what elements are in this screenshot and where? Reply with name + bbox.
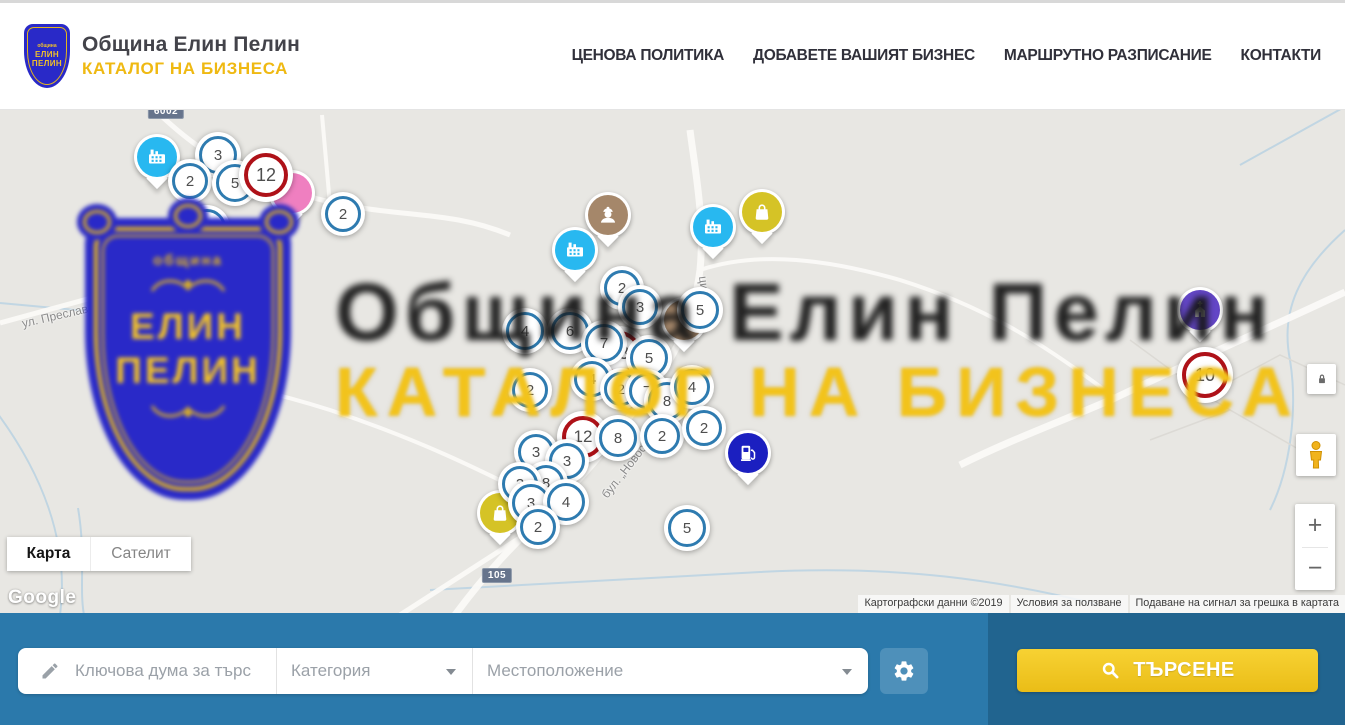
keyword-section (18, 648, 277, 694)
location-select-value: Местоположение (487, 661, 623, 681)
pegman-icon (1304, 440, 1328, 470)
search-bar: Категория Местоположение ТЪРСЕНЕ (0, 613, 1345, 725)
keyword-search-input[interactable] (73, 660, 253, 682)
lock-button[interactable] (1307, 364, 1336, 394)
pencil-icon (40, 661, 60, 681)
search-icon (1100, 660, 1121, 681)
municipality-crest-logo: община ЕЛИН ПЕЛИН (24, 24, 70, 88)
nav-item-route-schedule[interactable]: МАРШРУТНО РАЗПИСАНИЕ (1004, 47, 1212, 65)
chevron-down-icon (446, 669, 456, 675)
street-view-pegman-button[interactable] (1296, 434, 1336, 476)
gear-icon (892, 659, 916, 683)
lock-icon (1314, 371, 1330, 387)
nav-item-contacts[interactable]: КОНТАКТИ (1241, 47, 1321, 65)
search-input-group: Категория Местоположение (18, 648, 868, 694)
chevron-down-icon (842, 669, 852, 675)
search-button-label: ТЪРСЕНЕ (1133, 659, 1235, 682)
google-logo[interactable]: Google (8, 587, 76, 609)
map-canvas[interactable]: 6002105ул. Преславбул. „Новоселци" 13325… (0, 110, 1345, 613)
crest-town-label: община (37, 44, 56, 50)
nav-item-add-business[interactable]: ДОБАВЕТЕ ВАШИЯТ БИЗНЕС (753, 47, 975, 65)
terms-link[interactable]: Условия за ползване (1011, 595, 1128, 613)
main-nav: ЦЕНОВА ПОЛИТИКА ДОБАВЕТЕ ВАШИЯТ БИЗНЕС М… (572, 47, 1321, 65)
map-type-switcher: Карта Сателит (7, 537, 191, 571)
zoom-out-button[interactable]: − (1295, 548, 1335, 591)
search-button[interactable]: ТЪРСЕНЕ (1017, 649, 1318, 692)
map-type-map-button[interactable]: Карта (7, 537, 90, 571)
attribution-copyright: Картографски данни ©2019 (858, 595, 1008, 613)
crest-name-line2: ПЕЛИН (32, 59, 62, 68)
map-controls-layer: Карта Сателит Google Картографски данни … (0, 110, 1345, 613)
advanced-settings-button[interactable] (880, 648, 928, 694)
site-header: община ЕЛИН ПЕЛИН Община Елин Пелин КАТА… (0, 0, 1345, 110)
map-type-satellite-button[interactable]: Сателит (90, 537, 191, 571)
location-select[interactable]: Местоположение (473, 648, 868, 694)
category-select[interactable]: Категория (277, 648, 473, 694)
nav-item-pricing[interactable]: ЦЕНОВА ПОЛИТИКА (572, 47, 724, 65)
site-title: Община Елин Пелин (82, 33, 300, 57)
report-error-link[interactable]: Подаване на сигнал за грешка в картата (1130, 595, 1345, 613)
site-logo[interactable]: община ЕЛИН ПЕЛИН Община Елин Пелин КАТА… (24, 24, 300, 88)
site-subtitle: КАТАЛОГ НА БИЗНЕСА (82, 59, 300, 79)
category-select-value: Категория (291, 661, 370, 681)
crest-name-line1: ЕЛИН (35, 50, 59, 59)
zoom-in-button[interactable]: + (1295, 504, 1335, 547)
zoom-control: + − (1295, 504, 1335, 590)
map-attribution: Картографски данни ©2019 Условия за полз… (856, 595, 1345, 613)
